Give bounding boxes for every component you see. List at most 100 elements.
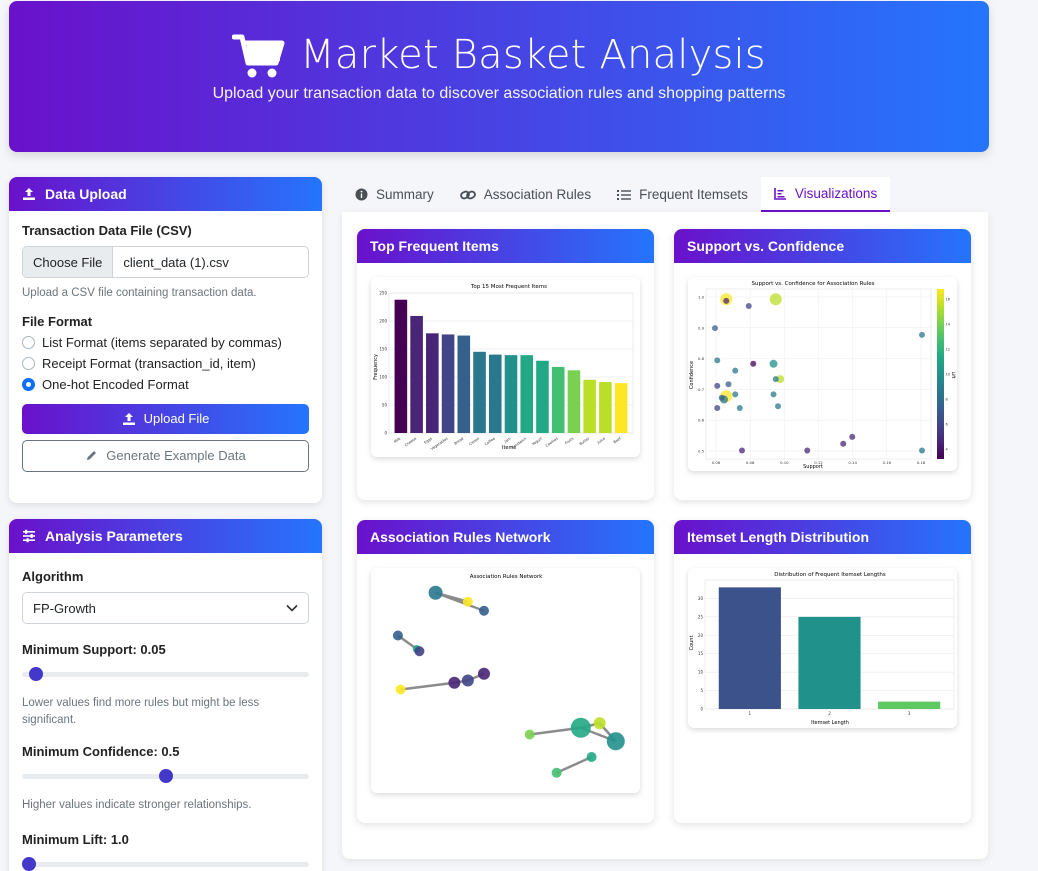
tab-label: Association Rules [483,187,592,202]
network-node [448,676,461,689]
y-tick-label: 5 [700,688,703,693]
bar [798,616,861,709]
pencil-icon [87,451,97,461]
upload-file-label: Upload File [143,411,210,427]
y-tick-label: 0.7 [698,387,705,392]
tab-frequent-itemsets[interactable]: Frequent Itemsets [604,177,761,212]
slider-thumb[interactable] [29,667,44,681]
file-input[interactable]: Choose File client_data (1).csv [22,246,309,278]
y-tick-label: 20 [698,633,704,638]
y-tick-label: 15 [698,651,704,656]
network-node [570,717,591,738]
length-distribution-header: Itemset Length Distribution [674,520,971,554]
data-point [718,394,725,401]
support-confidence-card: Support vs. Confidence Support vs. Confi… [674,229,971,500]
x-tick-label: 0.12 [814,460,823,465]
data-point [714,382,721,389]
tab-summary[interactable]: Summary [342,177,447,212]
min-support-slider[interactable] [22,667,309,681]
choose-file-button[interactable]: Choose File [23,247,114,277]
length-distribution-card: Itemset Length Distribution Distribution… [674,520,971,823]
y-tick-label: 150 [379,347,387,352]
top-items-title: Top Frequent Items [370,238,499,254]
bar [614,383,628,433]
bar [426,333,439,433]
format-option-label: Receipt Format (transaction_id, item) [42,355,256,371]
data-point [736,405,743,411]
x-tick-label: 1 [749,711,752,716]
min-confidence-label: Minimum Confidence: 0.5 [22,744,180,760]
format-option-list[interactable]: List Format (items separated by commas) [22,335,309,350]
algorithm-label: Algorithm [22,569,84,584]
support-hint: Lower values find more rules but might b… [22,697,260,726]
x-tick-label: Juice [596,436,607,445]
y-axis-label: Confidence [689,361,695,389]
y-tick-label: 0 [384,431,387,436]
x-axis-label: Itemset Length [811,720,849,726]
chart-title: Support vs. Confidence for Association R… [752,281,875,287]
upload-icon [23,188,35,200]
tab-association-rules[interactable]: Association Rules [447,177,604,212]
format-option-receipt[interactable]: Receipt Format (transaction_id, item) [22,356,309,371]
min-lift-slider[interactable] [22,857,309,871]
bar [551,366,565,433]
chart-title: Top 15 Most Frequent Items [470,284,547,290]
x-tick-label: Cereal [468,437,480,447]
network-node [477,667,490,680]
network-node [551,767,562,778]
link-icon [459,190,476,199]
info-icon [355,188,368,201]
x-tick-label: Butter [579,436,591,446]
colorbar [937,289,944,459]
list-icon [617,189,632,200]
y-tick-label: 10 [698,670,704,675]
analysis-parameters-title: Analysis Parameters [45,528,183,544]
min-confidence-slider[interactable] [22,769,309,784]
length-distribution-chart: Distribution of Frequent Itemset Lengths… [689,572,955,726]
x-tick-label: Cookies [545,436,559,447]
x-tick-label: 3 [908,711,911,716]
confidence-hint: Higher values indicate stronger relation… [22,799,252,812]
network-node [395,684,406,695]
x-tick-label: Milk [393,436,402,444]
data-point [769,293,782,306]
upload-file-button[interactable]: Upload File [22,403,309,434]
format-option-onehot[interactable]: One-hot Encoded Format [22,377,309,392]
x-tick-label: Eggs [423,436,433,444]
data-point [769,359,778,368]
tab-visualizations[interactable]: Visualizations [760,177,891,212]
colorbar-tick-label: 6 [946,423,948,427]
min-lift-label: Minimum Lift: 1.0 [22,832,129,848]
results-tabs: Summary Association Rules Frequent Items… [342,177,891,212]
format-option-label: One-hot Encoded Format [42,376,189,392]
algorithm-select[interactable]: FP-Growth [22,592,309,624]
network-header: Association Rules Network [357,520,654,554]
radio-button[interactable] [22,335,35,349]
x-tick-label: Bread [453,437,464,446]
x-tick-label: 0.10 [780,460,789,465]
y-tick-label: 100 [379,375,387,380]
shopping-cart-icon [232,34,285,78]
x-tick-label: 0.18 [917,460,926,465]
data-point [745,303,752,309]
data-point [750,360,757,367]
data-point [772,376,779,383]
generate-example-button[interactable]: Generate Example Data [22,439,309,472]
page-title: Market Basket Analysis [300,32,766,78]
colorbar-tick-label: 8 [946,398,948,402]
x-tick-label: Fruits [564,436,574,445]
radio-button[interactable] [22,356,35,370]
network-node [392,630,403,641]
data-point [714,357,721,364]
network-node [462,596,473,607]
data-point [712,325,718,332]
y-axis-label: Frequency [373,354,379,380]
data-upload-title: Data Upload [45,186,127,202]
radio-button-selected[interactable] [22,377,35,391]
x-tick-label: 0.16 [883,460,892,465]
network-node [428,585,443,600]
y-tick-label: 0.6 [698,418,705,423]
slider-thumb[interactable] [22,857,37,871]
network-chart: Association Rules Network [392,574,625,778]
slider-thumb[interactable] [158,769,173,784]
